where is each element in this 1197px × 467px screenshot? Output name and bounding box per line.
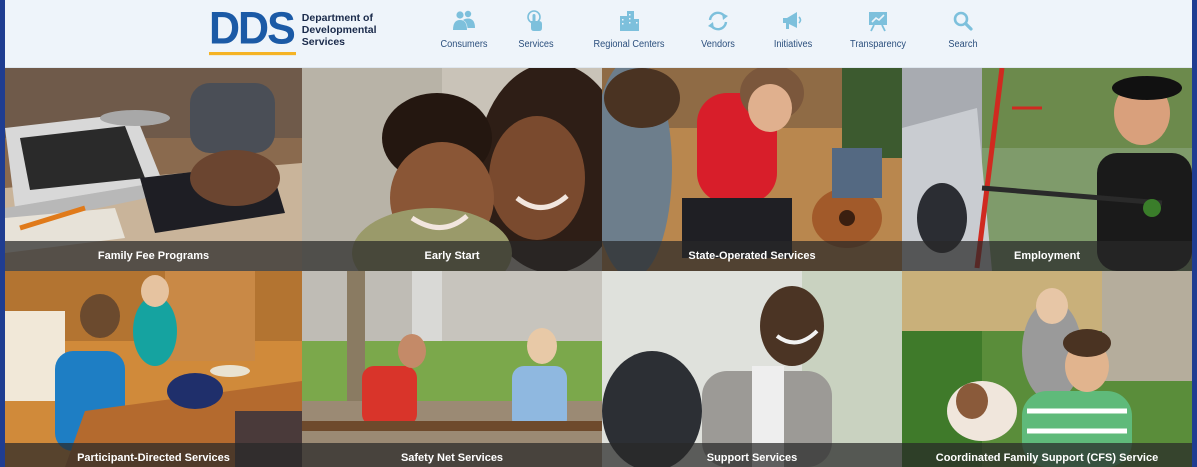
coordinated-family-support-photo <box>902 271 1192 467</box>
hand-pointer-icon <box>527 10 542 31</box>
tile-caption: Support Services <box>602 443 902 467</box>
safety-net-photo <box>302 271 602 467</box>
tile-early-start[interactable]: Early Start <box>302 68 602 271</box>
nav-vendors[interactable]: Vendors <box>678 10 758 60</box>
tile-caption: Employment <box>902 241 1192 271</box>
site-header: DDS Department of Developmental Services… <box>5 0 1192 68</box>
participant-directed-photo <box>5 271 302 467</box>
tile-safety-net-services[interactable]: Safety Net Services <box>302 271 602 467</box>
nav-transparency-label: Transparency <box>850 39 906 50</box>
nav-regional-centers-label: Regional Centers <box>593 39 665 50</box>
nav-consumers-label: Consumers <box>440 39 488 50</box>
tile-caption: Early Start <box>302 241 602 271</box>
tile-caption: Safety Net Services <box>302 443 602 467</box>
support-services-photo <box>602 271 902 467</box>
megaphone-icon <box>783 12 802 29</box>
nav-vendors-label: Vendors <box>701 39 735 50</box>
nav-initiatives[interactable]: Initiatives <box>753 10 833 60</box>
main-nav: Consumers Services Regional Centers Vend… <box>5 0 1192 67</box>
tile-coordinated-family-support[interactable]: Coordinated Family Support (CFS) Service <box>902 271 1192 467</box>
tile-caption: Coordinated Family Support (CFS) Service <box>902 443 1192 467</box>
refresh-arrows-icon <box>708 11 728 31</box>
nav-transparency[interactable]: Transparency <box>838 10 918 60</box>
tile-employment[interactable]: Employment <box>902 68 1192 271</box>
page-edge-right <box>1192 0 1197 467</box>
tile-support-services[interactable]: Support Services <box>602 271 902 467</box>
service-tile-grid: Family Fee Programs Early Start State-Op… <box>5 68 1192 467</box>
nav-services-label: Services <box>518 39 554 50</box>
buildings-icon <box>620 11 639 31</box>
tile-state-operated-services[interactable]: State-Operated Services <box>602 68 902 271</box>
people-icon <box>453 10 475 30</box>
nav-search-label: Search <box>948 39 978 50</box>
nav-search[interactable]: Search <box>923 10 1003 60</box>
search-icon <box>953 11 973 31</box>
tile-participant-directed-services[interactable]: Participant-Directed Services <box>5 271 302 467</box>
nav-consumers[interactable]: Consumers <box>424 10 504 60</box>
chart-board-icon <box>869 12 887 32</box>
nav-initiatives-label: Initiatives <box>773 39 813 50</box>
tile-family-fee-programs[interactable]: Family Fee Programs <box>5 68 302 271</box>
tile-caption: Family Fee Programs <box>5 241 302 271</box>
tile-caption: State-Operated Services <box>602 241 902 271</box>
nav-services[interactable]: Services <box>496 10 576 60</box>
page: DDS Department of Developmental Services… <box>0 0 1197 467</box>
tile-caption: Participant-Directed Services <box>5 443 302 467</box>
nav-regional-centers[interactable]: Regional Centers <box>589 10 669 60</box>
